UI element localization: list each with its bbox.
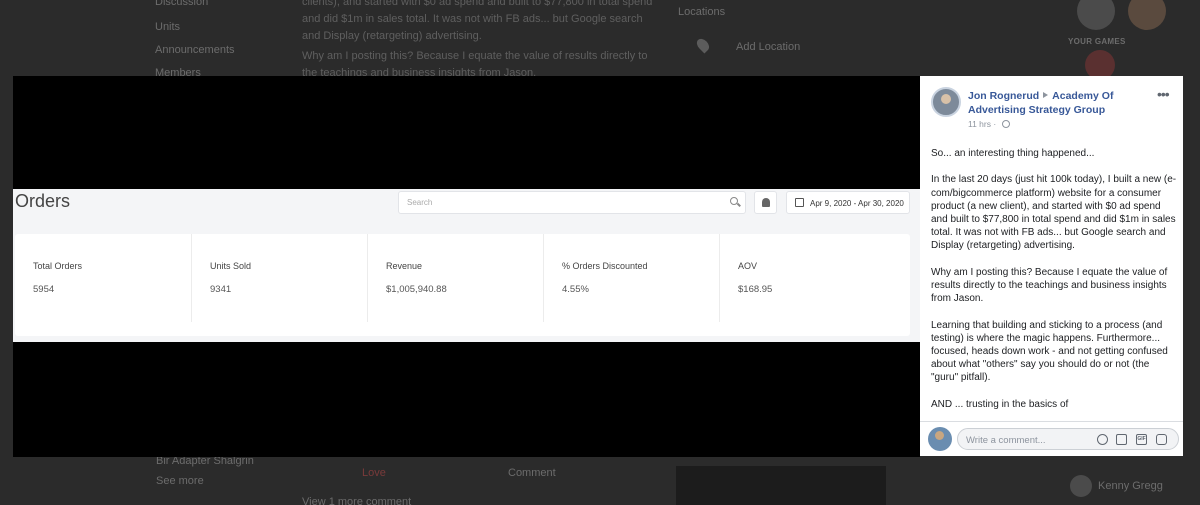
location-header: Locations	[678, 6, 726, 18]
background-post-text: clients), and started with $0 ad spend a…	[302, 0, 662, 82]
stat-label: AOV	[738, 261, 758, 271]
stat-value: 9341	[210, 284, 232, 295]
stat-label: Units Sold	[210, 261, 252, 271]
author-avatar[interactable]	[931, 87, 961, 117]
emoji-icon[interactable]	[1097, 434, 1108, 445]
stat-value: $1,005,940.88	[386, 284, 447, 295]
stat-value: $168.95	[738, 284, 773, 295]
your-games-label: YOUR GAMES	[1068, 37, 1126, 46]
nav-discussion[interactable]: Discussion	[155, 0, 208, 8]
date-range-label: Apr 9, 2020 - Apr 30, 2020	[810, 199, 904, 208]
post-panel: Jon Rognerud Academy Of Advertising Strat…	[920, 76, 1183, 456]
stats-card: Total Orders 5954 Units Sold 9341 Revenu…	[15, 234, 910, 336]
add-location-link[interactable]: Add Location	[736, 41, 800, 53]
see-more-link[interactable]: See more	[156, 475, 204, 487]
stat-label: Revenue	[386, 261, 423, 271]
video-thumbnail[interactable]	[676, 466, 886, 505]
stat-revenue: Revenue $1,005,940.88	[367, 234, 543, 322]
member-name[interactable]: Kenny Gregg	[1098, 480, 1163, 492]
camera-icon[interactable]	[1116, 434, 1127, 445]
gif-icon[interactable]: GIF	[1136, 434, 1147, 445]
search-placeholder: Search	[407, 198, 433, 207]
post-paragraph: AND ... trusting in the basics of	[931, 398, 1069, 410]
stat-label: Total Orders	[33, 261, 83, 271]
location-pin-icon	[694, 36, 712, 54]
orders-dashboard: Orders Search Apr 9, 2020 - Apr 30, 2020…	[13, 189, 920, 342]
stat-label: % Orders Discounted	[562, 261, 648, 271]
date-range-picker[interactable]: Apr 9, 2020 - Apr 30, 2020	[786, 191, 910, 214]
notifications-button[interactable]	[754, 191, 777, 214]
commenter-avatar	[928, 427, 952, 451]
nav-units[interactable]: Units	[155, 21, 180, 33]
member-avatar[interactable]	[1070, 475, 1092, 497]
comment-placeholder: Write a comment...	[966, 435, 1046, 446]
calendar-icon	[795, 198, 804, 207]
game-avatar[interactable]	[1077, 0, 1115, 30]
page-title: Orders	[15, 191, 71, 211]
comment-button[interactable]: Comment	[508, 467, 556, 479]
post-paragraph: So... an interesting thing happened...	[931, 148, 1095, 159]
arrow-right-icon	[1043, 92, 1049, 98]
stat-orders-discounted: % Orders Discounted 4.55%	[543, 234, 719, 322]
stat-value: 5954	[33, 284, 55, 295]
game-avatar-2[interactable]	[1128, 0, 1166, 30]
author-name[interactable]: Jon Rognerud	[968, 90, 1039, 102]
love-reaction-button[interactable]: Love	[362, 467, 386, 479]
bell-icon	[762, 198, 770, 207]
stat-aov: AOV $168.95	[719, 234, 895, 322]
post-body: So... an interesting thing happened... I…	[931, 147, 1177, 423]
search-icon	[730, 197, 738, 205]
view-more-comments-link[interactable]: View 1 more comment	[302, 496, 411, 505]
stat-total-orders: Total Orders 5954	[15, 234, 191, 322]
sticker-icon[interactable]	[1156, 434, 1167, 445]
background-post-paragraph: clients), and started with $0 ad spend a…	[302, 0, 653, 42]
nav-announcements[interactable]: Announcements	[155, 44, 235, 56]
post-paragraph: Learning that building and sticking to a…	[931, 319, 1168, 384]
stat-units-sold: Units Sold 9341	[191, 234, 367, 322]
post-time[interactable]: 11 hrs	[968, 119, 991, 129]
divider	[920, 421, 1183, 422]
globe-icon	[1001, 120, 1010, 128]
stat-value: 4.55%	[562, 284, 589, 295]
post-paragraph: In the last 20 days (just hit 100k today…	[931, 174, 1177, 252]
comment-input[interactable]: Write a comment... GIF	[957, 428, 1179, 450]
more-options-button[interactable]: •••	[1157, 86, 1170, 102]
post-header: Jon Rognerud Academy Of Advertising Strat…	[968, 89, 1148, 117]
post-paragraph: Why am I posting this? Because I equate …	[931, 266, 1168, 305]
post-timestamp: 11 hrs ·	[968, 119, 1010, 129]
search-input[interactable]: Search	[398, 191, 746, 214]
